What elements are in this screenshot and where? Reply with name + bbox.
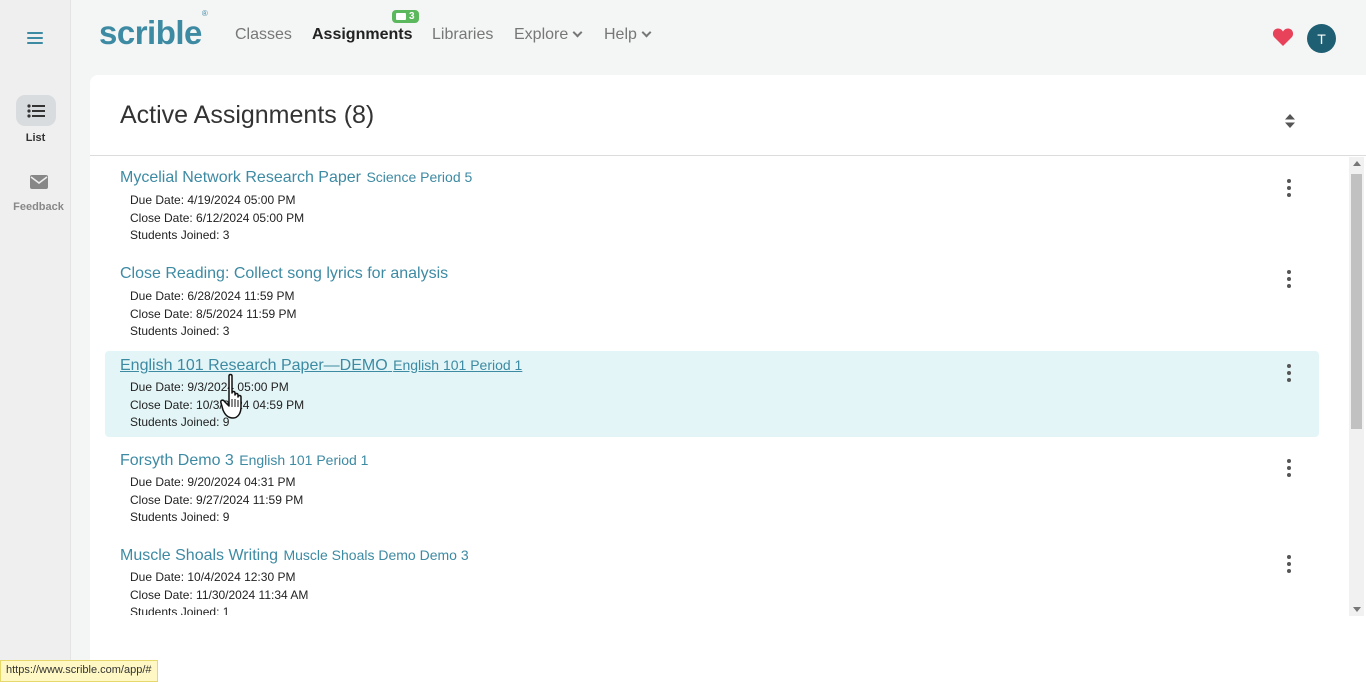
registered-mark: ® (201, 9, 208, 18)
nav-label: Assignments (312, 26, 413, 43)
assignment-name: English 101 Research Paper—DEMO (120, 357, 388, 374)
nav-label: Explore (514, 26, 569, 43)
students-joined: Students Joined: 1 (130, 605, 230, 615)
assignment-name: Muscle Shoals Writing (120, 547, 278, 564)
due-date: Due Date: 10/4/2024 12:30 PM (130, 570, 296, 584)
nav-help[interactable]: Help (604, 26, 652, 44)
chevron-down-icon (572, 27, 583, 38)
scrollbar-thumb[interactable] (1351, 174, 1362, 429)
nav-label: Classes (235, 26, 292, 43)
class-name: Science Period 5 (366, 169, 473, 185)
assignments-panel: Active Assignments (8) Mycelial Network … (90, 75, 1366, 682)
hamburger-menu-icon[interactable] (27, 32, 43, 46)
class-name: English 101 Period 1 (393, 357, 523, 373)
due-date: Due Date: 9/20/2024 04:31 PM (130, 475, 296, 489)
assignment-item: Mycelial Network Research Paper Science … (105, 159, 1319, 245)
sidebar-item-label: Feedback (13, 201, 64, 213)
class-name: English 101 Period 1 (239, 452, 369, 468)
assignment-title-link[interactable]: English 101 Research Paper—DEMO English … (120, 357, 522, 375)
page-title: Active Assignments (8) (120, 101, 375, 129)
more-options-icon[interactable] (1285, 179, 1293, 197)
due-date: Due Date: 4/19/2024 05:00 PM (130, 193, 296, 207)
assignment-item: Close Reading: Collect song lyrics for a… (105, 255, 1319, 341)
list-icon (15, 95, 56, 126)
assignment-name: Mycelial Network Research Paper (120, 169, 361, 186)
vertical-scrollbar[interactable] (1349, 157, 1364, 616)
students-joined: Students Joined: 9 (130, 510, 230, 524)
scroll-down-arrow-icon[interactable] (1353, 607, 1361, 612)
assignment-title-link[interactable]: Forsyth Demo 3 English 101 Period 1 (120, 452, 368, 470)
assignment-title-link[interactable]: Close Reading: Collect song lyrics for a… (120, 265, 448, 283)
nav-libraries[interactable]: Libraries (432, 26, 493, 44)
avatar-initial: T (1317, 30, 1326, 47)
close-date: Close Date: 10/3/2024 04:59 PM (130, 398, 305, 412)
close-date: Close Date: 11/30/2024 11:34 AM (130, 588, 309, 602)
nav-label: Libraries (432, 26, 494, 43)
status-bar-url: https://www.scrible.com/app/# (0, 660, 158, 682)
close-date: Close Date: 9/27/2024 11:59 PM (130, 493, 304, 507)
user-avatar[interactable]: T (1307, 24, 1336, 53)
heart-icon[interactable] (1272, 27, 1294, 47)
assignment-item: English 101 Research Paper—DEMO English … (105, 351, 1319, 437)
envelope-icon (396, 13, 406, 20)
left-sidebar: List Feedback (0, 0, 71, 682)
assignment-name: Close Reading: Collect song lyrics for a… (120, 265, 449, 282)
top-navigation-bar: scrible® Classes Assignments 3 Libraries… (71, 0, 1366, 75)
assignment-list: Mycelial Network Research Paper Science … (90, 156, 1366, 615)
scroll-up-arrow-icon[interactable] (1353, 161, 1361, 166)
students-joined: Students Joined: 3 (130, 324, 230, 338)
sidebar-item-label: List (25, 132, 46, 144)
close-date: Close Date: 6/12/2024 05:00 PM (130, 211, 305, 225)
assignment-title-link[interactable]: Mycelial Network Research Paper Science … (120, 169, 472, 187)
envelope-icon (19, 166, 59, 197)
sort-icon[interactable] (1285, 114, 1295, 128)
nav-assignments[interactable]: Assignments (312, 26, 412, 44)
due-date: Due Date: 6/28/2024 11:59 PM (130, 289, 295, 303)
more-options-icon[interactable] (1285, 364, 1293, 382)
panel-header: Active Assignments (8) (90, 75, 1366, 156)
more-options-icon[interactable] (1285, 459, 1293, 477)
more-options-icon[interactable] (1285, 555, 1293, 573)
assignment-item: Muscle Shoals Writing Muscle Shoals Demo… (105, 542, 1319, 615)
logo-text: scrible (99, 14, 202, 51)
nav-explore[interactable]: Explore (514, 26, 583, 44)
close-date: Close Date: 8/5/2024 11:59 PM (130, 307, 297, 321)
scrible-logo[interactable]: scrible® (99, 9, 208, 52)
due-date: Due Date: 9/3/2024 05:00 PM (130, 380, 289, 394)
class-name: Muscle Shoals Demo Demo 3 (283, 547, 469, 563)
more-options-icon[interactable] (1285, 270, 1293, 288)
hand-pointer-cursor-icon (220, 373, 252, 421)
students-joined: Students Joined: 9 (130, 415, 230, 429)
sidebar-item-feedback[interactable]: Feedback (3, 166, 74, 213)
chevron-down-icon (641, 27, 652, 38)
students-joined: Students Joined: 3 (130, 228, 230, 242)
sidebar-item-list[interactable]: List (0, 95, 71, 144)
assignment-item: Forsyth Demo 3 English 101 Period 1 Due … (105, 446, 1319, 532)
nav-classes[interactable]: Classes (235, 26, 292, 44)
assignment-name: Forsyth Demo 3 (120, 452, 234, 469)
assignments-message-badge: 3 (392, 10, 419, 23)
assignment-title-link[interactable]: Muscle Shoals Writing Muscle Shoals Demo… (120, 547, 469, 565)
nav-label: Help (604, 26, 637, 43)
badge-count: 3 (409, 11, 415, 22)
